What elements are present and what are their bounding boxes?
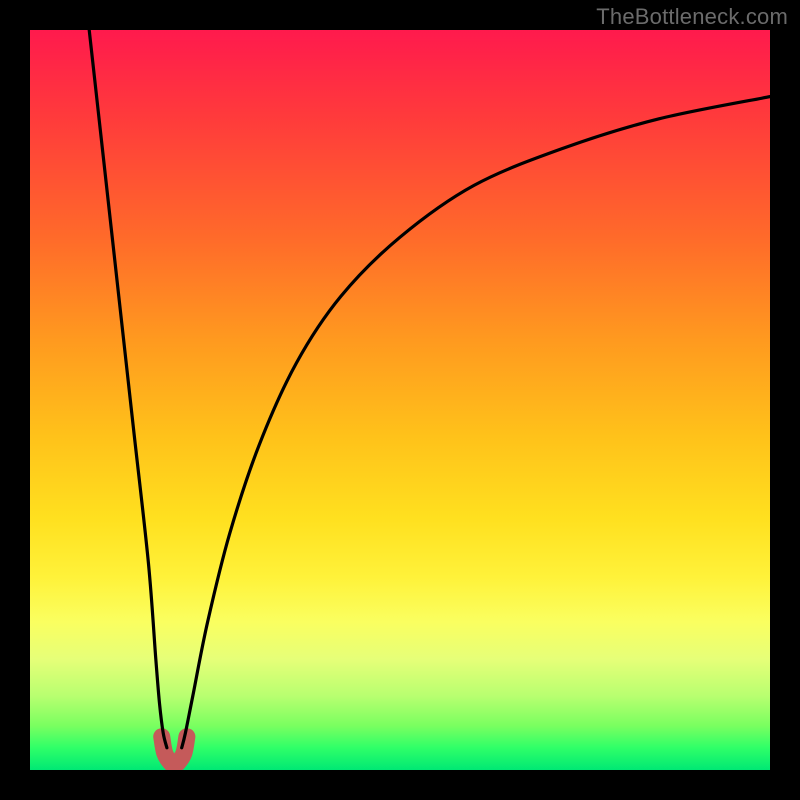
chart-svg [30, 30, 770, 770]
right-branch-path [182, 97, 770, 748]
watermark-text: TheBottleneck.com [596, 4, 788, 30]
left-branch-path [89, 30, 167, 748]
curve-group [89, 30, 770, 748]
chart-frame: TheBottleneck.com [0, 0, 800, 800]
plot-area [30, 30, 770, 770]
